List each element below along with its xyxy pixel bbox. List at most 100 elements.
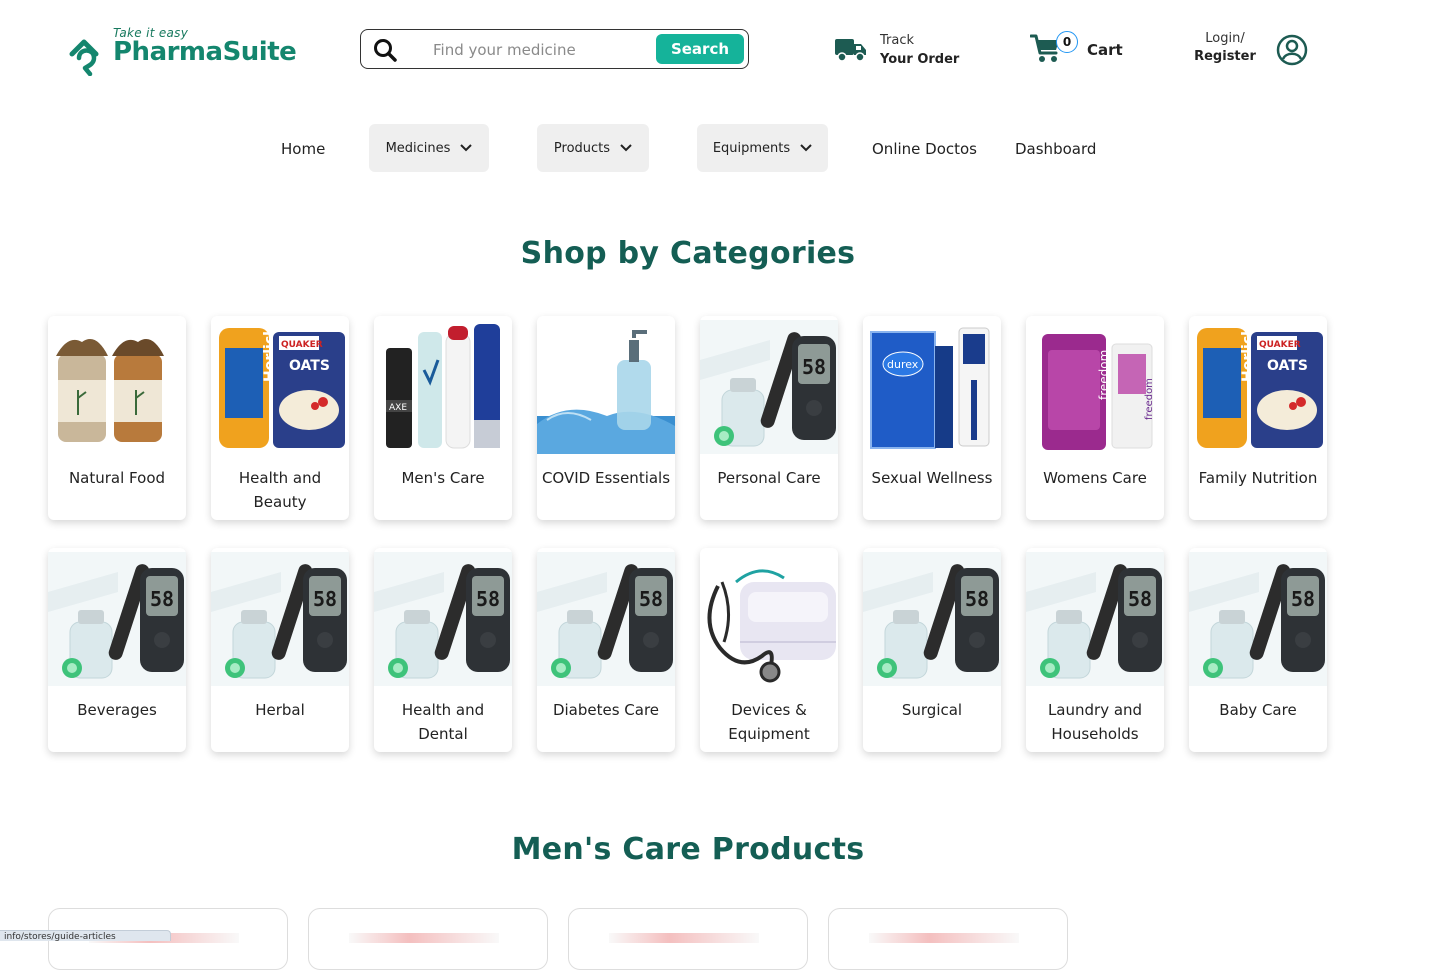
category-image — [537, 330, 675, 454]
register-label: Register — [1194, 49, 1256, 64]
svg-text:freedom: freedom — [1144, 378, 1155, 420]
status-bar-url: info/stores/guide-articles — [0, 930, 171, 941]
nav-medicines-label: Medicines — [385, 140, 451, 156]
svg-text:58: 58 — [1128, 587, 1152, 611]
category-name: Men's Care — [401, 469, 485, 487]
category-name: Womens Care — [1043, 469, 1147, 487]
svg-text:58: 58 — [476, 587, 500, 611]
svg-text:QUAKER: QUAKER — [281, 340, 323, 350]
category-image: Horlicks QUAKER OATS — [219, 320, 345, 448]
product-image — [609, 933, 759, 943]
svg-text:freedom: freedom — [1097, 350, 1111, 400]
svg-text:58: 58 — [150, 587, 174, 611]
category-card[interactable]: 58 Personal Care — [700, 316, 838, 520]
category-image — [56, 339, 164, 442]
category-card[interactable]: AXE Men's Care — [374, 316, 512, 520]
category-card[interactable]: COVID Essentials — [537, 316, 675, 520]
svg-text:58: 58 — [1291, 587, 1315, 611]
product-image — [349, 933, 499, 943]
product-card[interactable] — [828, 908, 1068, 970]
category-name: Personal Care — [717, 469, 821, 487]
category-card[interactable]: 58 Surgical — [863, 548, 1001, 752]
logo-icon — [69, 39, 99, 76]
svg-text:58: 58 — [313, 587, 337, 611]
svg-text:durex: durex — [887, 358, 919, 371]
category-image: AXE — [386, 324, 500, 449]
track-order-label: Your Order — [880, 52, 960, 67]
category-name: COVID Essentials — [541, 469, 671, 487]
category-name: Natural Food — [68, 469, 166, 487]
category-card[interactable]: durex Sexual Wellness — [863, 316, 1001, 520]
category-name: Herbal — [255, 701, 305, 719]
track-order-link[interactable]: Track Your Order — [834, 31, 964, 71]
category-card[interactable]: Horlicks QUAKER OATS Family Nutrition — [1189, 316, 1327, 520]
category-name: Beverages — [77, 701, 157, 719]
chevron-down-icon — [460, 144, 473, 152]
category-image: 58 — [863, 552, 1001, 686]
user-account-icon[interactable] — [1276, 34, 1308, 66]
category-card[interactable]: 58 Baby Care — [1189, 548, 1327, 752]
category-image: Horlicks QUAKER OATS — [1197, 320, 1323, 448]
category-image: 58 — [374, 552, 512, 686]
cart-link[interactable]: 0 Cart — [1030, 30, 1130, 70]
category-card[interactable]: 58 Health and Dental — [374, 548, 512, 752]
nav-products-label: Products — [553, 140, 611, 156]
nav-equipments-dropdown[interactable]: Equipments — [697, 124, 828, 172]
login-register-link[interactable]: Login/ Register — [1190, 31, 1260, 64]
product-card[interactable] — [568, 908, 808, 970]
svg-text:QUAKER: QUAKER — [1259, 340, 1301, 350]
product-card[interactable] — [308, 908, 548, 970]
category-name: Devices & Equipment — [728, 701, 810, 743]
search-button[interactable]: Search — [656, 34, 744, 64]
category-image: 58 — [537, 552, 675, 686]
mens-care-heading: Men's Care Products — [511, 832, 865, 867]
category-card[interactable]: 58 Beverages — [48, 548, 186, 752]
chevron-down-icon — [620, 144, 632, 152]
svg-text:58: 58 — [965, 587, 989, 611]
svg-text:58: 58 — [639, 587, 663, 611]
svg-text:58: 58 — [802, 355, 826, 379]
category-card[interactable]: freedom freedom Womens Care — [1026, 316, 1164, 520]
svg-text:OATS: OATS — [289, 358, 330, 374]
cart-count-badge: 0 — [1056, 31, 1078, 53]
category-image: 58 — [1026, 552, 1164, 686]
category-card[interactable]: Devices & Equipment — [700, 548, 838, 752]
categories-heading: Shop by Categories — [520, 236, 856, 271]
chevron-down-icon — [800, 144, 812, 152]
nav-dashboard[interactable]: Dashboard — [1015, 137, 1096, 161]
nav-medicines-dropdown[interactable]: Medicines — [369, 124, 489, 172]
category-name: Baby Care — [1219, 701, 1297, 719]
category-name: Diabetes Care — [552, 701, 660, 719]
search-bar: Search — [360, 29, 749, 69]
svg-text:AXE: AXE — [389, 403, 407, 413]
nav-products-dropdown[interactable]: Products — [537, 124, 649, 172]
logo-brand: PharmaSuite — [113, 37, 297, 67]
search-input[interactable] — [431, 38, 645, 62]
category-card[interactable]: Horlicks QUAKER OATS Health and Beauty — [211, 316, 349, 520]
category-image: 58 — [211, 552, 349, 686]
category-image: durex — [870, 327, 990, 449]
category-name: Laundry and Households — [1047, 701, 1143, 743]
category-image: 58 — [700, 320, 838, 454]
category-image: 58 — [1189, 552, 1327, 686]
logo[interactable]: Take it easy PharmaSuite — [68, 26, 297, 78]
category-card[interactable]: 58 Diabetes Care — [537, 548, 675, 752]
nav-home[interactable]: Home — [281, 137, 325, 161]
cart-label: Cart — [1087, 41, 1123, 59]
nav-online-doctors[interactable]: Online Doctos — [872, 137, 977, 161]
category-name: Health and Beauty — [238, 469, 322, 511]
category-card[interactable]: 58 Herbal — [211, 548, 349, 752]
category-image — [707, 569, 836, 683]
login-label: Login/ — [1205, 31, 1245, 46]
category-image: freedom freedom — [1042, 334, 1155, 450]
category-name: Surgical — [901, 701, 963, 719]
truck-icon — [835, 39, 866, 62]
search-icon[interactable] — [373, 38, 399, 62]
category-name: Sexual Wellness — [871, 469, 993, 487]
category-card[interactable]: 58 Laundry and Households — [1026, 548, 1164, 752]
category-name: Family Nutrition — [1198, 469, 1318, 487]
product-image — [869, 933, 1019, 943]
category-card[interactable]: Natural Food — [48, 316, 186, 520]
svg-text:OATS: OATS — [1267, 358, 1308, 374]
nav-equipments-label: Equipments — [712, 140, 791, 156]
